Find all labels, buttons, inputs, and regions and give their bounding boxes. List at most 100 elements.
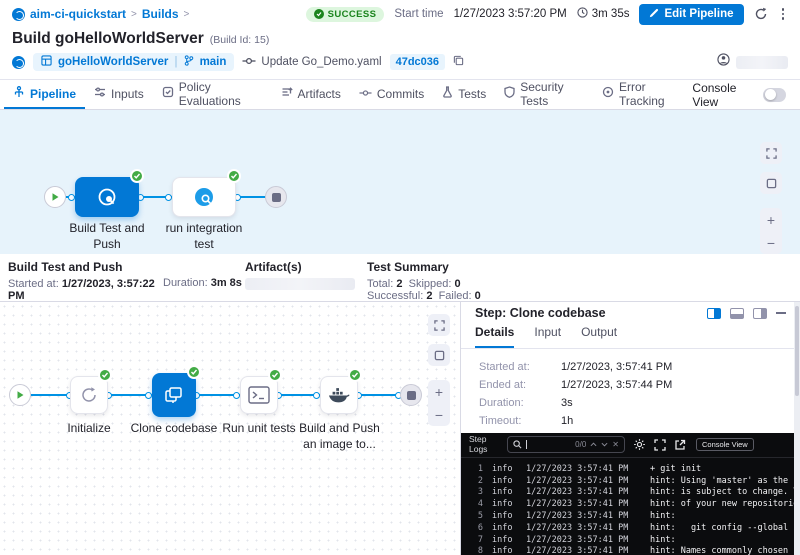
fullscreen-icon[interactable] xyxy=(428,314,450,336)
minimize-panel-icon[interactable] xyxy=(776,312,786,314)
fit-to-screen-icon[interactable] xyxy=(428,344,450,366)
tab-pipeline[interactable]: Pipeline xyxy=(4,80,85,109)
page-title: Build goHelloWorldServer xyxy=(12,30,204,48)
step-success-icon xyxy=(268,368,282,382)
zoom-out-button[interactable]: − xyxy=(767,235,775,251)
build-id: (Build Id: 15) xyxy=(210,34,270,46)
stage-graph-canvas[interactable]: Build Test and Push run integration test… xyxy=(0,110,800,254)
stage-success-icon xyxy=(227,169,241,183)
status-badge: SUCCESS xyxy=(306,7,385,22)
tab-commits[interactable]: Commits xyxy=(350,80,433,109)
stage-node-build-test-and-push[interactable] xyxy=(75,177,139,217)
search-clear-icon[interactable]: ✕ xyxy=(612,441,619,449)
stage-label[interactable]: run integration test xyxy=(159,220,249,252)
log-line: 4info1/27/2023 3:57:41 PMhint: of your n… xyxy=(467,498,800,510)
log-fullscreen-icon[interactable] xyxy=(654,439,666,451)
layout-panel-right-icon[interactable] xyxy=(753,308,767,319)
edit-pipeline-button[interactable]: Edit Pipeline xyxy=(639,4,743,25)
tab-details[interactable]: Details xyxy=(475,325,514,348)
step-logs-title: Step Logs xyxy=(469,435,499,455)
fit-to-screen-icon[interactable] xyxy=(760,172,782,194)
panel-scrollbar[interactable] xyxy=(794,302,800,555)
log-lines[interactable]: 1info1/27/2023 3:57:41 PM+ git init 2inf… xyxy=(461,458,800,555)
search-match-count: 0/0 xyxy=(575,440,586,449)
play-icon xyxy=(15,390,25,400)
step-label[interactable]: Build and Push an image to... xyxy=(292,420,387,452)
breadcrumb-separator: > xyxy=(184,9,190,20)
artifacts-icon xyxy=(281,86,293,101)
tab-error-tracking[interactable]: Error Tracking xyxy=(593,80,692,109)
step-label[interactable]: Clone codebase xyxy=(129,420,219,436)
console-view-toggle[interactable] xyxy=(763,88,786,102)
tab-tests[interactable]: Tests xyxy=(433,80,495,109)
stage-details-band: Build Test and Push Started at: 1/27/202… xyxy=(0,254,800,302)
test-summary-title: Test Summary xyxy=(367,260,792,274)
branch-name: main xyxy=(200,56,227,68)
tab-inputs[interactable]: Inputs xyxy=(85,80,153,109)
layout-split-bottom-icon[interactable] xyxy=(730,308,744,319)
tab-security-tests[interactable]: Security Tests xyxy=(495,80,593,109)
breadcrumb: aim-ci-quickstart > Builds > xyxy=(12,7,189,21)
commit-sha[interactable]: 47dc036 xyxy=(390,54,445,70)
breadcrumb-builds[interactable]: Builds xyxy=(142,7,179,21)
security-icon xyxy=(504,86,515,101)
tests-icon xyxy=(442,86,453,101)
log-line: 3info1/27/2023 3:57:41 PMhint: is subjec… xyxy=(467,486,800,498)
repo-branch-pill[interactable]: goHelloWorldServer | main xyxy=(33,53,234,71)
step-details-panel: Step: Clone codebase Details Input Outpu… xyxy=(460,302,800,555)
console-view-button[interactable]: Console View xyxy=(696,438,754,451)
build-tabbar: Pipeline Inputs Policy Evaluations Artif… xyxy=(0,80,800,110)
step-node-clone-codebase[interactable] xyxy=(152,373,196,417)
step-panel-tabs: Details Input Output xyxy=(461,325,800,349)
layout-split-right-icon[interactable] xyxy=(707,308,721,319)
log-line: 7info1/27/2023 3:57:41 PMhint: xyxy=(467,534,800,546)
refresh-icon[interactable] xyxy=(754,7,768,21)
tab-output[interactable]: Output xyxy=(581,325,617,348)
execution-end-node xyxy=(400,384,422,406)
stage-node-run-integration-test[interactable] xyxy=(172,177,236,217)
fullscreen-icon[interactable] xyxy=(760,142,782,164)
pipeline-start-node xyxy=(44,186,66,208)
stage-details-title: Build Test and Push xyxy=(8,260,163,274)
policy-icon xyxy=(162,86,174,101)
step-logs-console: Step Logs 0/0 ✕ xyxy=(461,433,800,555)
log-settings-gear-icon[interactable] xyxy=(633,438,646,451)
step-label[interactable]: Initialize xyxy=(49,420,129,436)
ci-stage-icon xyxy=(193,186,215,208)
breadcrumb-project[interactable]: aim-ci-quickstart xyxy=(30,7,126,21)
initialize-icon xyxy=(79,385,99,405)
search-next-icon[interactable] xyxy=(601,441,608,449)
tab-input[interactable]: Input xyxy=(534,325,561,348)
search-icon xyxy=(513,440,522,449)
copy-icon[interactable] xyxy=(453,53,464,71)
stop-icon xyxy=(407,391,416,400)
stage-duration: 3m 8s xyxy=(211,277,242,289)
terminal-icon xyxy=(248,386,270,404)
zoom-out-button[interactable]: − xyxy=(435,407,443,423)
pencil-icon xyxy=(649,8,659,21)
success-check-icon xyxy=(314,9,324,19)
open-in-new-icon[interactable] xyxy=(674,439,686,451)
step-ended-at: 1/27/2023, 3:57:44 PM xyxy=(561,379,672,391)
ci-module-icon xyxy=(12,8,25,21)
stage-label[interactable]: Build Test and Push xyxy=(62,220,152,252)
tab-policy-evaluations[interactable]: Policy Evaluations xyxy=(153,80,272,109)
redacted-user-email xyxy=(736,56,788,69)
repository-icon xyxy=(41,55,52,69)
commits-icon xyxy=(359,87,372,101)
repo-name: goHelloWorldServer xyxy=(58,56,168,68)
zoom-in-button[interactable]: + xyxy=(435,384,443,400)
step-label[interactable]: Run unit tests xyxy=(214,420,304,436)
search-prev-icon[interactable] xyxy=(590,441,597,449)
execution-start-node xyxy=(9,384,31,406)
clone-codebase-icon xyxy=(163,384,185,406)
tab-artifacts[interactable]: Artifacts xyxy=(272,80,350,109)
zoom-in-button[interactable]: + xyxy=(767,212,775,228)
step-success-icon xyxy=(187,365,201,379)
start-time-label: Start time xyxy=(394,8,443,20)
ci-module-icon xyxy=(12,56,25,69)
more-options-icon[interactable] xyxy=(778,6,789,22)
log-search-input[interactable]: 0/0 ✕ xyxy=(507,436,625,453)
step-graph-canvas[interactable]: Initialize Clone codebase Run unit tests… xyxy=(0,302,460,555)
log-line: 5info1/27/2023 3:57:41 PMhint: xyxy=(467,510,800,522)
